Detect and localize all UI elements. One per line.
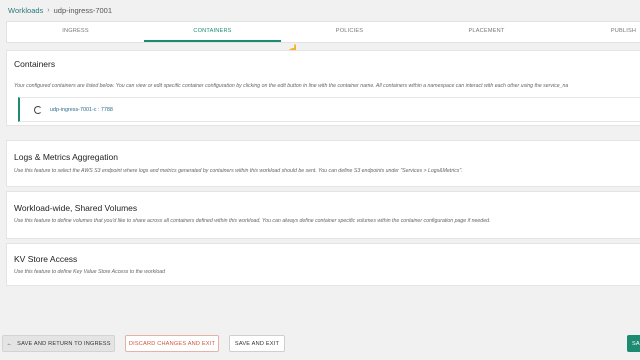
save-and-exit-button[interactable]: SAVE AND EXIT: [229, 335, 285, 352]
breadcrumb-separator: ›: [47, 7, 50, 14]
tab-publish[interactable]: PUBLISH: [555, 22, 640, 42]
shared-volumes-section: Workload-wide, Shared Volumes Use this f…: [6, 191, 640, 239]
breadcrumb-workloads-link[interactable]: Workloads: [8, 6, 43, 15]
save-and-return-label: SAVE AND RETURN TO INGRESS: [17, 340, 111, 347]
containers-title: Containers: [14, 59, 56, 69]
tab-ingress[interactable]: INGRESS: [7, 22, 144, 42]
logs-metrics-section: Logs & Metrics Aggregation Use this feat…: [6, 140, 640, 187]
tab-policies[interactable]: POLICIES: [281, 22, 418, 42]
containers-section: Containers Your configured containers ar…: [6, 50, 640, 126]
breadcrumb: Workloads › udp-ingress-7001: [8, 6, 112, 15]
save-and-return-button[interactable]: ← SAVE AND RETURN TO INGRESS: [2, 335, 115, 352]
tab-containers[interactable]: CONTAINERS: [144, 22, 281, 42]
kv-store-description: Use this feature to define Key Value Sto…: [14, 269, 165, 275]
kv-store-section: KV Store Access Use this feature to defi…: [6, 243, 640, 286]
shared-volumes-title: Workload-wide, Shared Volumes: [14, 203, 138, 213]
containers-description: Your configured containers are listed be…: [14, 83, 569, 89]
tab-bar: INGRESS CONTAINERS POLICIES PLACEMENT PU…: [6, 21, 640, 43]
container-name-link[interactable]: udp-ingress-7001-c : 7788: [50, 107, 113, 113]
arrow-left-icon: ←: [6, 340, 13, 347]
tab-placement[interactable]: PLACEMENT: [418, 22, 555, 42]
container-row[interactable]: udp-ingress-7001-c : 7788: [18, 97, 640, 122]
save-button[interactable]: SA: [627, 335, 640, 352]
discard-changes-button[interactable]: DISCARD CHANGES AND EXIT: [125, 335, 219, 352]
shared-volumes-description: Use this feature to define volumes that …: [14, 218, 491, 224]
logs-metrics-description: Use this feature to select the AWS S3 en…: [14, 168, 463, 174]
kv-store-title: KV Store Access: [14, 254, 78, 264]
logs-metrics-title: Logs & Metrics Aggregation: [14, 152, 118, 162]
breadcrumb-current: udp-ingress-7001: [53, 6, 113, 15]
loading-spinner-icon: [34, 105, 42, 114]
footer-action-bar: ← SAVE AND RETURN TO INGRESS DISCARD CHA…: [0, 328, 640, 360]
